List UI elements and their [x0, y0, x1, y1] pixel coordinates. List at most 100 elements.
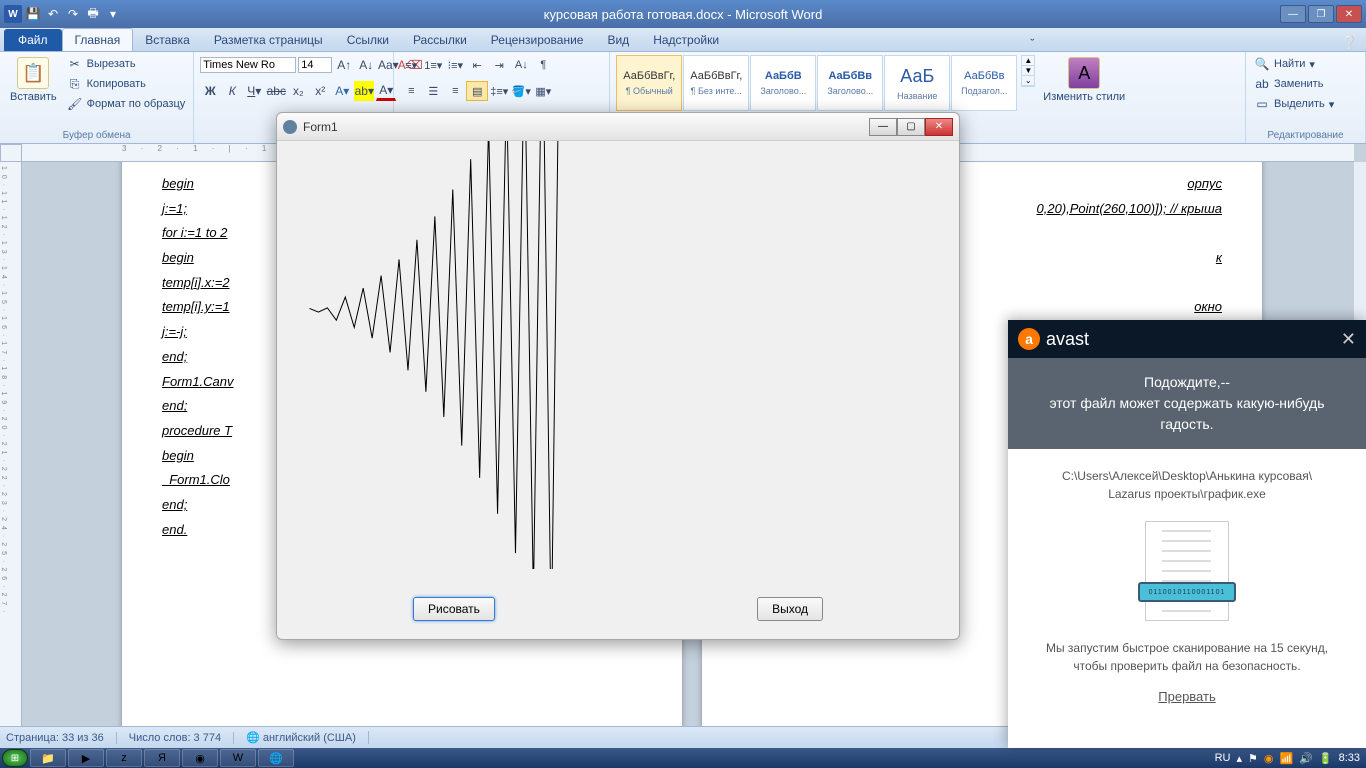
- tab-mailings[interactable]: Рассылки: [401, 29, 479, 51]
- font-name-select[interactable]: [200, 57, 296, 73]
- style-up-icon[interactable]: ▲: [1022, 56, 1034, 66]
- tray-up-icon[interactable]: ▴: [1236, 752, 1242, 765]
- sort-icon[interactable]: A↓: [510, 55, 532, 75]
- font-size-select[interactable]: [298, 57, 332, 73]
- find-button[interactable]: 🔍Найти ▾: [1252, 55, 1336, 73]
- avast-close-button[interactable]: ✕: [1341, 329, 1356, 350]
- format-painter-button[interactable]: 🖌Формат по образцу: [65, 95, 188, 113]
- select-icon: ▭: [1254, 96, 1270, 112]
- vertical-ruler[interactable]: 10·11·12·13·14·15·16·17·18·19·20·21·22·2…: [0, 162, 22, 726]
- select-button[interactable]: ▭Выделить ▾: [1252, 95, 1336, 113]
- cut-button[interactable]: ✂Вырезать: [65, 55, 188, 73]
- tab-addins[interactable]: Надстройки: [641, 29, 731, 51]
- superscript-button[interactable]: x²: [310, 81, 330, 101]
- form1-close-button[interactable]: ✕: [925, 118, 953, 136]
- font-color-icon[interactable]: A▾: [376, 81, 396, 101]
- tray-shield-icon[interactable]: ◉: [1264, 752, 1274, 765]
- show-marks-icon[interactable]: ¶: [532, 55, 554, 75]
- underline-button[interactable]: Ч▾: [244, 81, 264, 101]
- tray-clock[interactable]: 8:33: [1339, 752, 1360, 764]
- decrease-indent-icon[interactable]: ⇤: [466, 55, 488, 75]
- style-item[interactable]: АаБНазвание: [884, 55, 950, 111]
- multilevel-icon[interactable]: ⁝≡▾: [444, 55, 466, 75]
- status-language[interactable]: 🌐 английский (США): [246, 731, 369, 744]
- print-icon[interactable]: 🖶: [84, 5, 102, 23]
- avast-message: Мы запустим быстрое сканирование на 15 с…: [1028, 639, 1346, 675]
- align-left-icon[interactable]: ≡: [400, 81, 422, 101]
- minimize-button[interactable]: —: [1280, 5, 1306, 23]
- justify-icon[interactable]: ▤: [466, 81, 488, 101]
- bullets-icon[interactable]: ≡▾: [400, 55, 422, 75]
- taskbar-item[interactable]: ▶: [68, 749, 104, 767]
- tray-network-icon[interactable]: 📶: [1279, 752, 1293, 765]
- style-item[interactable]: АаБбВвПодзагол...: [951, 55, 1017, 111]
- strike-button[interactable]: abc: [266, 81, 286, 101]
- taskbar-item[interactable]: z: [106, 749, 142, 767]
- increase-indent-icon[interactable]: ⇥: [488, 55, 510, 75]
- form1-minimize-button[interactable]: —: [869, 118, 897, 136]
- tab-view[interactable]: Вид: [595, 29, 641, 51]
- undo-icon[interactable]: ↶: [44, 5, 62, 23]
- change-styles-icon: A: [1068, 57, 1100, 89]
- style-item[interactable]: АаБбВЗаголово...: [750, 55, 816, 111]
- highlight-icon[interactable]: ab▾: [354, 81, 374, 101]
- taskbar-item[interactable]: Я: [144, 749, 180, 767]
- help-icon[interactable]: ❔: [1342, 35, 1358, 51]
- line-spacing-icon[interactable]: ‡≡▾: [488, 81, 510, 101]
- shrink-font-icon[interactable]: A↓: [356, 55, 376, 75]
- file-tab[interactable]: Файл: [4, 29, 62, 51]
- change-styles-button[interactable]: A Изменить стили: [1039, 55, 1129, 105]
- tray-volume-icon[interactable]: 🔊: [1299, 752, 1313, 765]
- form1-maximize-button[interactable]: ▢: [897, 118, 925, 136]
- word-titlebar: W 💾 ↶ ↷ 🖶 ▾ курсовая работа готовая.docx…: [0, 0, 1366, 28]
- avast-abort-link[interactable]: Прервать: [1158, 689, 1215, 704]
- numbering-icon[interactable]: 1≡▾: [422, 55, 444, 75]
- tab-home[interactable]: Главная: [62, 28, 134, 51]
- tab-review[interactable]: Рецензирование: [479, 29, 596, 51]
- paste-button[interactable]: 📋 Вставить: [6, 55, 61, 105]
- redo-icon[interactable]: ↷: [64, 5, 82, 23]
- text-effects-icon[interactable]: A▾: [332, 81, 352, 101]
- borders-icon[interactable]: ▦▾: [532, 81, 554, 101]
- align-right-icon[interactable]: ≡: [444, 81, 466, 101]
- draw-button[interactable]: Рисовать: [413, 597, 495, 621]
- copy-button[interactable]: ⎘Копировать: [65, 75, 188, 93]
- bold-button[interactable]: Ж: [200, 81, 220, 101]
- form1-title: Form1: [283, 120, 338, 134]
- find-icon: 🔍: [1254, 56, 1270, 72]
- style-item[interactable]: АаБбВвЗаголово...: [817, 55, 883, 111]
- taskbar-item[interactable]: W: [220, 749, 256, 767]
- tray-lang[interactable]: RU: [1215, 752, 1231, 764]
- save-icon[interactable]: 💾: [24, 5, 42, 23]
- taskbar-item[interactable]: 🌐: [258, 749, 294, 767]
- close-button[interactable]: ✕: [1336, 5, 1362, 23]
- ribbon-minimize-icon[interactable]: ˇ: [1030, 36, 1034, 51]
- status-words[interactable]: Число слов: 3 774: [129, 732, 234, 744]
- tab-references[interactable]: Ссылки: [335, 29, 401, 51]
- tray-flag-icon[interactable]: ⚑: [1248, 752, 1258, 765]
- avast-body: C:\Users\Алексей\Desktop\Анькина курсова…: [1008, 449, 1366, 748]
- start-button[interactable]: ⊞: [2, 749, 28, 767]
- align-center-icon[interactable]: ☰: [422, 81, 444, 101]
- tray-battery-icon[interactable]: 🔋: [1319, 752, 1333, 765]
- taskbar-item[interactable]: ◉: [182, 749, 218, 767]
- taskbar-item[interactable]: 📁: [30, 749, 66, 767]
- style-down-icon[interactable]: ▼: [1022, 66, 1034, 76]
- tab-insert[interactable]: Вставка: [133, 29, 202, 51]
- paste-icon: 📋: [17, 57, 49, 89]
- exit-button[interactable]: Выход: [757, 597, 823, 621]
- shading-icon[interactable]: 🪣▾: [510, 81, 532, 101]
- grow-font-icon[interactable]: A↑: [334, 55, 354, 75]
- maximize-button[interactable]: ❐: [1308, 5, 1334, 23]
- tab-page-layout[interactable]: Разметка страницы: [202, 29, 335, 51]
- style-expand-icon[interactable]: ⌄: [1022, 76, 1034, 86]
- style-item[interactable]: АаБбВвГг,¶ Без инте...: [683, 55, 749, 111]
- form1-titlebar[interactable]: Form1 — ▢ ✕: [277, 113, 959, 141]
- window-controls: — ❐ ✕: [1280, 5, 1362, 23]
- subscript-button[interactable]: x₂: [288, 81, 308, 101]
- status-page[interactable]: Страница: 33 из 36: [6, 732, 117, 744]
- style-item[interactable]: АаБбВвГг,¶ Обычный: [616, 55, 682, 111]
- replace-button[interactable]: abЗаменить: [1252, 75, 1336, 93]
- italic-button[interactable]: К: [222, 81, 242, 101]
- qat-more-icon[interactable]: ▾: [104, 5, 122, 23]
